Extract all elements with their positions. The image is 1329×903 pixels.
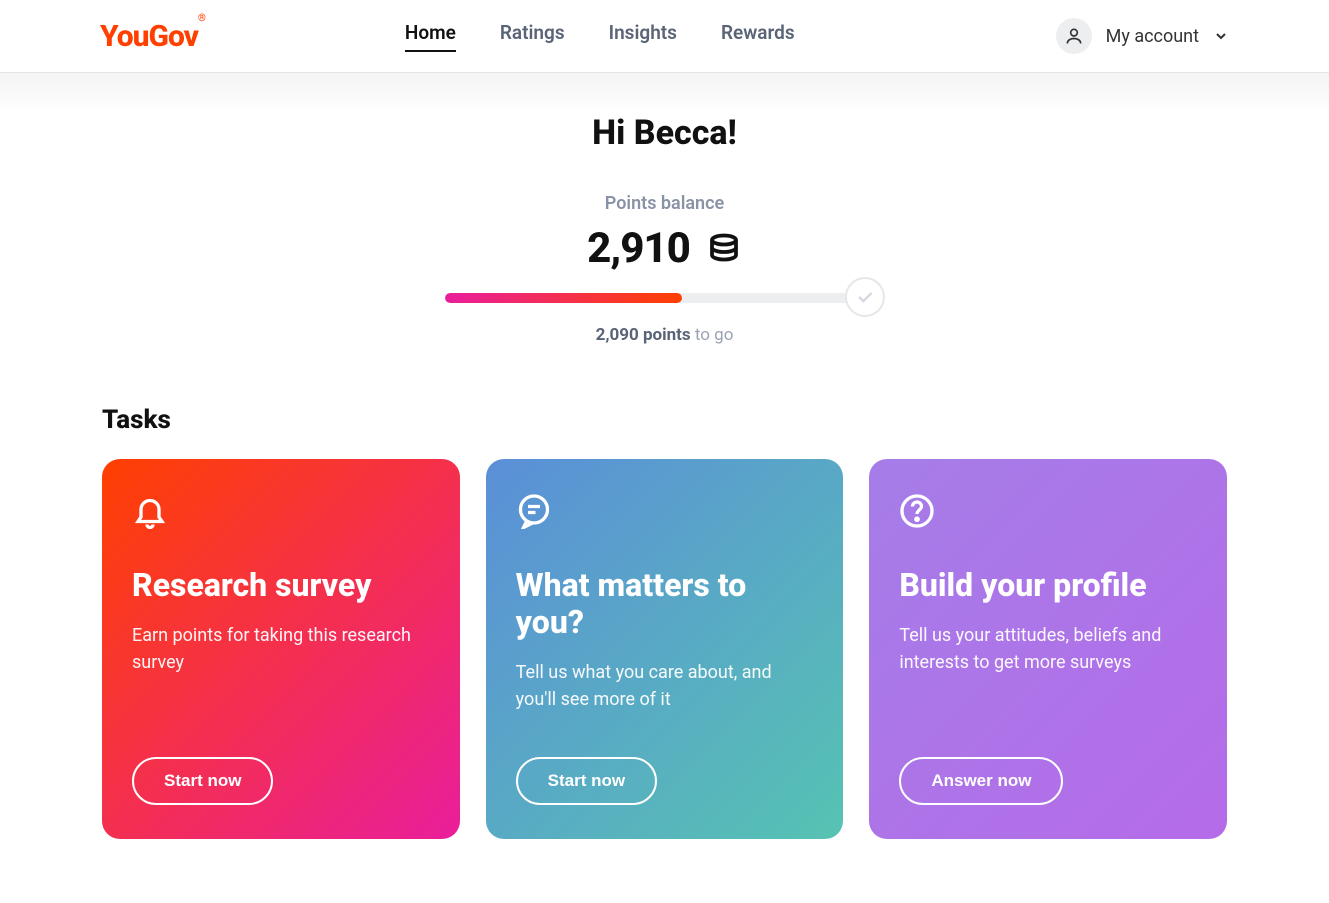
question-icon [899,493,1197,533]
bell-icon [132,493,430,533]
chat-icon [516,493,814,533]
points-to-go-suffix: to go [691,325,734,345]
points-value: 2,910 [587,224,690,273]
task-card-desc: Tell us what you care about, and you'll … [516,659,814,713]
progress-fill [445,293,683,303]
points-row: 2,910 [102,224,1227,273]
start-now-button[interactable]: Start now [516,757,657,805]
chevron-down-icon [1213,28,1229,44]
task-card-title: Research survey [132,567,430,604]
brand-logo[interactable]: YouGov® [100,19,205,54]
check-icon [855,287,875,307]
task-card-what-matters[interactable]: What matters to you? Tell us what you ca… [486,459,844,839]
account-label: My account [1106,26,1199,47]
progress-goal-marker [845,277,885,317]
task-card-desc: Tell us your attitudes, beliefs and inte… [899,622,1197,676]
start-now-button[interactable]: Start now [132,757,273,805]
task-card-build-profile[interactable]: Build your profile Tell us your attitude… [869,459,1227,839]
avatar [1056,18,1092,54]
task-card-title: What matters to you? [516,567,814,641]
points-balance-label: Points balance [102,193,1227,214]
task-card-desc: Earn points for taking this research sur… [132,622,430,676]
nav-ratings[interactable]: Ratings [500,21,565,52]
points-to-go-value: 2,090 points [596,325,691,345]
top-header: YouGov® Home Ratings Insights Rewards My… [0,0,1329,73]
task-cards: Research survey Earn points for taking t… [102,459,1227,839]
nav-insights[interactable]: Insights [609,21,677,52]
nav-home[interactable]: Home [405,21,456,52]
points-progress [445,293,885,303]
points-to-go: 2,090 points to go [102,325,1227,345]
task-card-research-survey[interactable]: Research survey Earn points for taking t… [102,459,460,839]
main-nav: Home Ratings Insights Rewards [405,21,795,52]
task-card-title: Build your profile [899,567,1197,604]
progress-track [445,293,855,303]
coins-icon [706,231,742,267]
nav-rewards[interactable]: Rewards [721,21,795,52]
tasks-heading: Tasks [102,405,1227,435]
greeting: Hi Becca! [102,113,1227,153]
answer-now-button[interactable]: Answer now [899,757,1063,805]
main-content: Hi Becca! Points balance 2,910 2,090 poi… [102,73,1227,899]
person-icon [1064,26,1084,46]
account-menu[interactable]: My account [1056,18,1229,54]
